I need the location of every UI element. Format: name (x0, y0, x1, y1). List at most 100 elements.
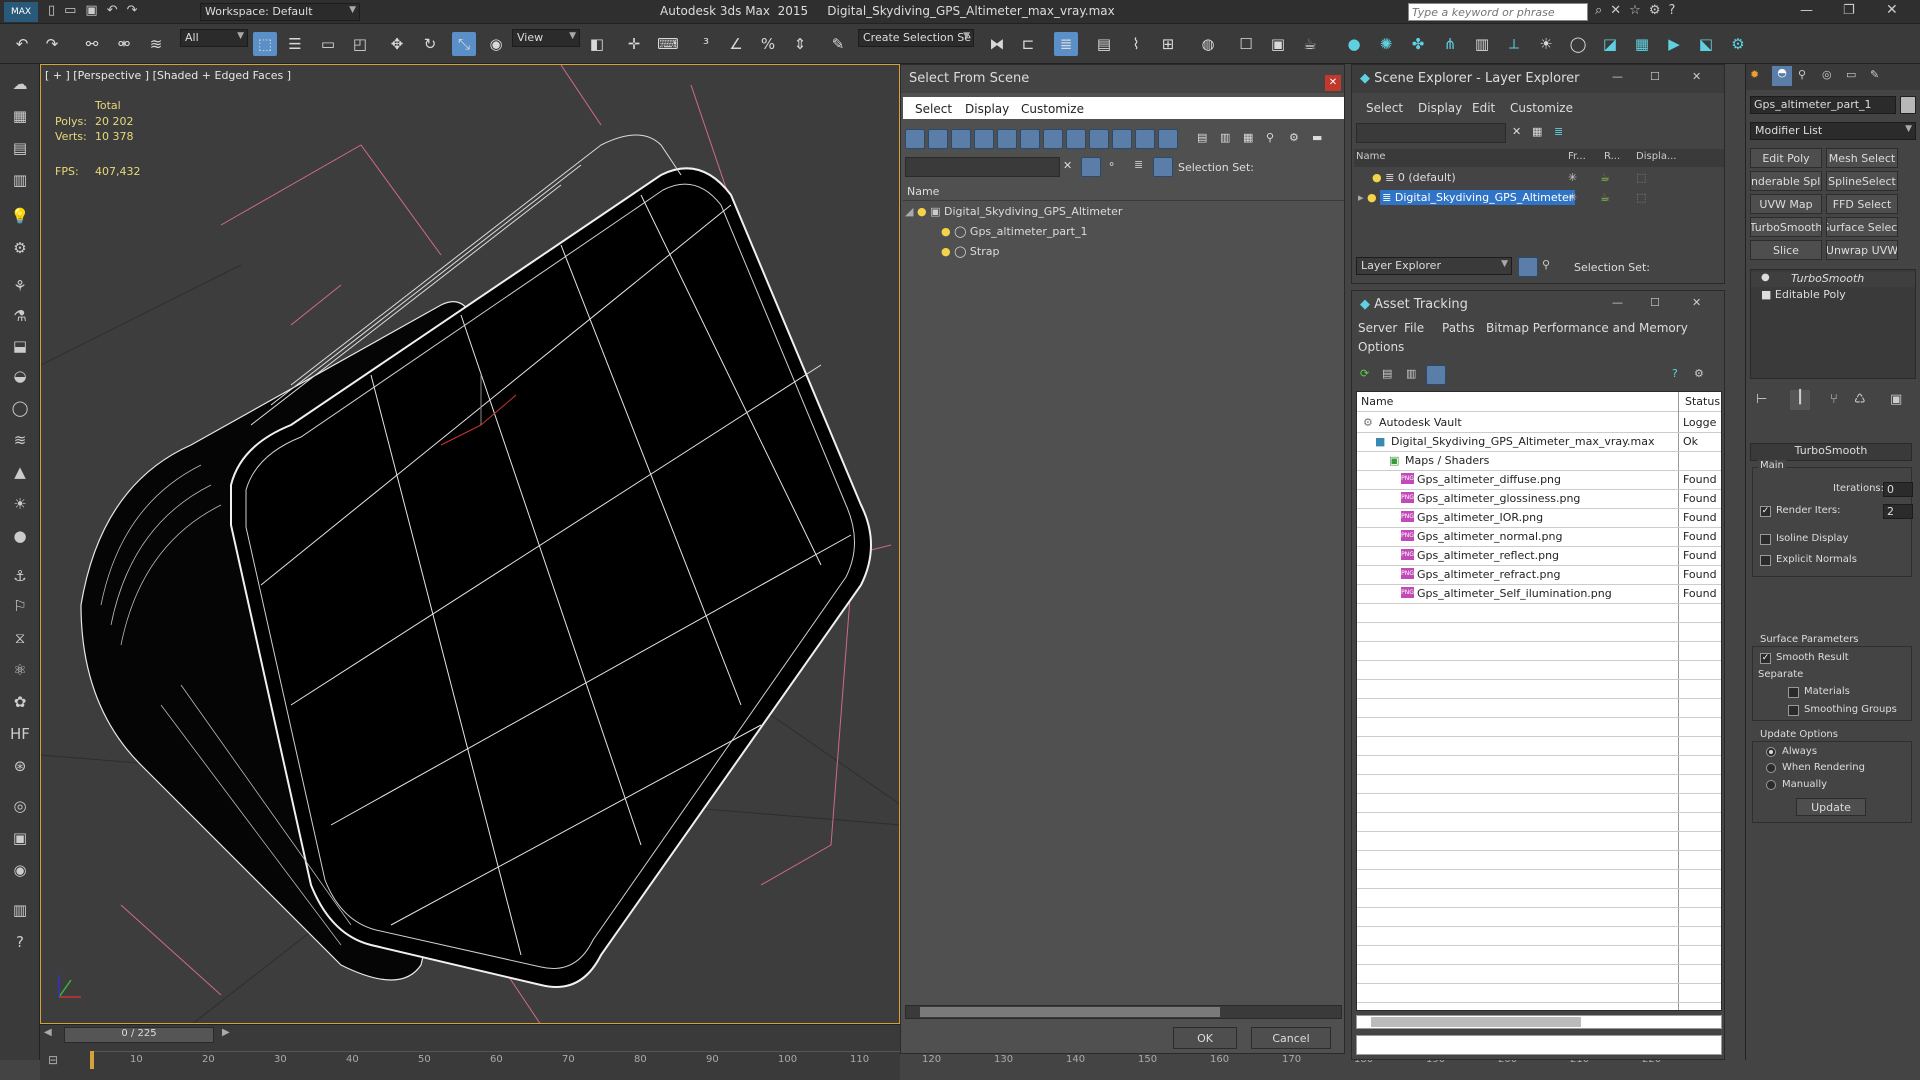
freeze-icon[interactable]: ✳ (1568, 191, 1577, 204)
restore-button[interactable]: ❐ (1843, 3, 1855, 18)
stack-item-turbosmooth[interactable]: TurboSmooth (1751, 272, 1915, 287)
bind-spacewarp-icon[interactable]: ≋ (144, 32, 168, 56)
render-iters-checkbox[interactable]: ✓ (1760, 506, 1771, 517)
se-col-name[interactable]: Name (1356, 151, 1386, 162)
columns-icon[interactable]: ▦ (1243, 131, 1253, 144)
vray-toolbar-icon[interactable]: ⬕ (1694, 32, 1718, 56)
current-frame-marker[interactable] (90, 1051, 94, 1069)
tool-5-icon[interactable]: 💡 (8, 204, 32, 228)
at-close[interactable]: ✕ (1692, 296, 1701, 309)
link-icon[interactable]: ⚯ (80, 32, 104, 56)
at-hscrollbar[interactable] (1356, 1015, 1722, 1029)
se-search-input[interactable] (1356, 123, 1506, 143)
lights-icon[interactable]: ● (1342, 32, 1366, 56)
filter-toggle-icon[interactable] (1112, 129, 1132, 149)
modifier-button[interactable]: SplineSelect (1826, 171, 1898, 191)
se-col-freeze[interactable]: Fr... (1568, 151, 1586, 162)
filter-toggle-icon[interactable] (1020, 129, 1040, 149)
selection-filter[interactable]: All ▼ (180, 29, 248, 47)
create-tab-icon[interactable]: ✹ (1750, 68, 1759, 81)
tool-2-icon[interactable]: ▦ (8, 104, 32, 128)
angle-snap-icon[interactable]: ∠ (724, 32, 748, 56)
modify-tab-icon[interactable]: ◓ (1772, 66, 1792, 86)
object-color-swatch[interactable] (1900, 96, 1916, 114)
tool-16-icon[interactable]: ⚓ (8, 564, 32, 588)
display-box-icon[interactable]: ⬚ (1636, 191, 1646, 204)
funnel-icon[interactable]: ⚲ (1266, 131, 1274, 144)
workspace-select[interactable]: Workspace: Default ▼ (200, 3, 360, 21)
at-maximize[interactable]: ☐ (1650, 296, 1660, 309)
keyboard-shortcut-icon[interactable]: ⌨ (656, 32, 680, 56)
asset-row[interactable]: PNG Gps_altimeter_reflect.png Found (1357, 547, 1721, 566)
se-col-render[interactable]: R... (1604, 151, 1620, 162)
tool-6-icon[interactable]: ⚙ (8, 236, 32, 260)
bulb-icon[interactable]: ● (1367, 191, 1377, 204)
explicit-normals-checkbox[interactable] (1760, 555, 1771, 566)
move-icon[interactable]: ✥ (385, 32, 409, 56)
modifier-button[interactable]: Mesh Select (1826, 148, 1898, 168)
window-crossing-icon[interactable]: ◰ (348, 32, 372, 56)
minimize-button[interactable]: — (1800, 3, 1813, 18)
viewport-label[interactable]: [ + ] [Perspective ] [Shaded + Edged Fac… (45, 69, 291, 82)
time-slider[interactable]: 0 / 225 (64, 1027, 214, 1043)
motion-tab-icon[interactable]: ◎ (1822, 68, 1832, 81)
bulb-icon[interactable]: ● (1372, 171, 1382, 184)
asset-row[interactable]: PNG Gps_altimeter_glossiness.png Found (1357, 490, 1721, 509)
list-view-icon[interactable]: ▤ (1197, 131, 1207, 144)
turbosmooth-rollout[interactable]: TurboSmooth (1750, 443, 1912, 461)
sfs-tree-item[interactable]: ● ◯ Gps_altimeter_part_1 (941, 223, 1344, 242)
tool-24-icon[interactable]: ▣ (8, 826, 32, 850)
perspective-viewport[interactable]: [ + ] [Perspective ] [Shaded + Edged Fac… (40, 64, 900, 1024)
iterations-spinner[interactable]: 0 (1883, 482, 1913, 497)
unlink-icon[interactable]: ⚮ (112, 32, 136, 56)
tool-25-icon[interactable]: ◉ (8, 858, 32, 882)
at-menu-paths[interactable]: Paths (1442, 321, 1475, 335)
bulb-icon[interactable]: ● (941, 225, 951, 238)
object-name-field[interactable]: Gps_altimeter_part_1 (1750, 96, 1896, 114)
vray-displacement-icon[interactable]: ▦ (1630, 32, 1654, 56)
explorer-type-select[interactable]: Layer Explorer ▼ (1356, 257, 1512, 275)
tool-8-icon[interactable]: ⚗ (8, 304, 32, 328)
filter-toggle-icon[interactable] (1089, 129, 1109, 149)
at-table-icon[interactable] (1426, 365, 1446, 385)
time-prev-button[interactable]: ◀ (44, 1027, 52, 1038)
filter-toggle-icon[interactable] (1158, 129, 1178, 149)
stack-item-editable-poly[interactable]: ■ Editable Poly (1751, 288, 1915, 303)
bulb-icon[interactable]: ● (917, 205, 927, 218)
render-setup-icon[interactable]: ☐ (1234, 32, 1258, 56)
modifier-button[interactable]: Slice (1750, 240, 1822, 260)
edit-named-sel-icon[interactable]: ✎ (826, 32, 850, 56)
cancel-button[interactable]: Cancel (1251, 1027, 1331, 1049)
close-filter-icon[interactable]: ▬ (1312, 131, 1322, 144)
vray-light-icon[interactable]: ☀ (1534, 32, 1558, 56)
filter-toggle-icon[interactable] (1043, 129, 1063, 149)
configure-sets-icon[interactable]: ▣ (1890, 392, 1902, 407)
sfs-find-icon[interactable] (1081, 157, 1101, 177)
vray-sphere-icon[interactable]: ◯ (1566, 32, 1590, 56)
percent-snap-icon[interactable]: % (756, 32, 780, 56)
se-menu-display[interactable]: Display (1418, 101, 1462, 115)
tool-12-icon[interactable]: ≋ (8, 428, 32, 452)
vray-plane-icon[interactable]: ◪ (1598, 32, 1622, 56)
vray-proxy-icon[interactable]: ⟂ (1502, 32, 1526, 56)
tool-22-icon[interactable]: ⊛ (8, 754, 32, 778)
se-maximize[interactable]: ☐ (1650, 70, 1660, 83)
named-selection-set[interactable]: Create Selection Se ▼ (858, 29, 974, 47)
render-icon[interactable]: ☕ (1298, 32, 1322, 56)
help-icon[interactable]: ? (8, 930, 32, 954)
at-menu-server[interactable]: Server (1358, 321, 1397, 335)
modifier-button[interactable]: enderable Splir (1750, 171, 1822, 191)
update-button[interactable]: Update (1796, 798, 1866, 816)
close-button[interactable]: ✕ (1886, 2, 1898, 18)
sfs-clear-icon[interactable]: ✕ (1063, 159, 1072, 172)
render-iters-spinner[interactable]: 2 (1883, 504, 1913, 519)
se-menu-customize[interactable]: Customize (1510, 101, 1573, 115)
reference-coord-select[interactable]: View ▼ (512, 29, 580, 47)
time-next-button[interactable]: ▶ (222, 1027, 230, 1038)
sfs-menu-customize[interactable]: Customize (1021, 102, 1084, 116)
freeze-icon[interactable]: ✳ (1568, 171, 1577, 184)
at-minimize[interactable]: — (1612, 296, 1623, 309)
undo-icon[interactable]: ↶ (10, 32, 34, 56)
modifier-button[interactable]: UVW Map (1750, 194, 1822, 214)
sfs-menu-display[interactable]: Display (965, 102, 1009, 116)
